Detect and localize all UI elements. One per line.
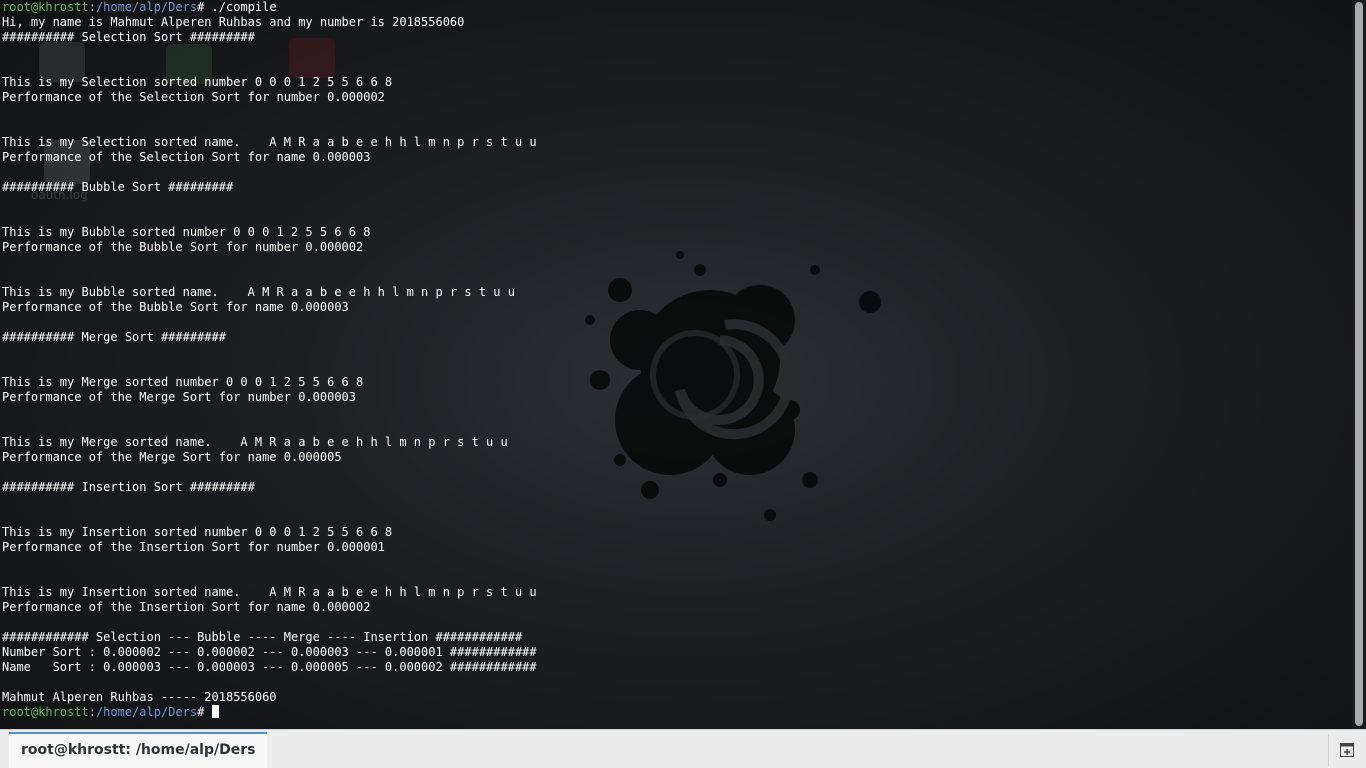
output-line: ############ Selection --- Bubble ---- M… bbox=[2, 630, 523, 644]
prompt-path: /home/alp/Ders bbox=[95, 705, 198, 719]
output-line: Number Sort : 0.000002 --- 0.000002 --- … bbox=[2, 645, 537, 659]
terminal-scrollbar[interactable] bbox=[1352, 0, 1366, 729]
command-line: root@khrostt:/home/alp/Ders# ./compile bbox=[0, 0, 1352, 15]
prompt-path: /home/alp/Ders bbox=[95, 0, 198, 14]
output-line: This is my Merge sorted name. A M R a a … bbox=[2, 435, 508, 449]
output-line: Mahmut Alperen Ruhbas ----- 2018556060 bbox=[2, 690, 277, 704]
output-line: Performance of the Bubble Sort for name … bbox=[2, 300, 349, 314]
terminal-output: Hi, my name is Mahmut Alperen Ruhbas and… bbox=[0, 15, 1352, 705]
output-line: Performance of the Merge Sort for number… bbox=[2, 390, 357, 404]
taskbar-window-button[interactable]: root@khrostt: /home/alp/Ders bbox=[9, 732, 268, 768]
workspace-button[interactable] bbox=[1328, 734, 1365, 766]
output-line: ########## Selection Sort ######### bbox=[2, 30, 255, 44]
output-line: Performance of the Insertion Sort for na… bbox=[2, 600, 371, 614]
output-line: ########## Merge Sort ######### bbox=[2, 330, 226, 344]
current-prompt-line[interactable]: root@khrostt:/home/alp/Ders# bbox=[0, 705, 1352, 720]
output-line: Performance of the Selection Sort for nu… bbox=[2, 90, 385, 104]
prompt-user-host: root@khrostt bbox=[2, 705, 89, 719]
output-line: Performance of the Insertion Sort for nu… bbox=[2, 540, 385, 554]
terminal-window[interactable]: root@khrostt:/home/alp/Ders# ./compile H… bbox=[0, 0, 1352, 729]
command-text: ./compile bbox=[204, 0, 277, 14]
prompt-symbol: # bbox=[197, 705, 205, 719]
output-line: Performance of the Merge Sort for name 0… bbox=[2, 450, 342, 464]
output-line: This is my Bubble sorted number 0 0 0 1 … bbox=[2, 225, 371, 239]
output-line: This is my Insertion sorted number 0 0 0… bbox=[2, 525, 393, 539]
output-line: This is my Merge sorted number 0 0 0 1 2… bbox=[2, 375, 364, 389]
add-workspace-icon bbox=[1340, 743, 1354, 757]
output-line: This is my Bubble sorted name. A M R a a… bbox=[2, 285, 515, 299]
taskbar: root@khrostt: /home/alp/Ders bbox=[0, 729, 1366, 768]
prompt-separator: : bbox=[88, 0, 96, 14]
prompt-user-host: root@khrostt bbox=[2, 0, 89, 14]
output-line: This is my Selection sorted name. A M R … bbox=[2, 135, 537, 149]
prompt-separator: : bbox=[88, 705, 96, 719]
desktop: oauth.log root@khrostt:/home/alp/Ders# .… bbox=[0, 0, 1366, 768]
output-line: ########## Bubble Sort ######### bbox=[2, 180, 234, 194]
output-line: This is my Selection sorted number 0 0 0… bbox=[2, 75, 393, 89]
output-line: Performance of the Bubble Sort for numbe… bbox=[2, 240, 364, 254]
output-line: Name Sort : 0.000003 --- 0.000003 --- 0.… bbox=[2, 660, 537, 674]
text-cursor bbox=[211, 705, 219, 718]
output-line: Hi, my name is Mahmut Alperen Ruhbas and… bbox=[2, 15, 465, 29]
output-line: This is my Insertion sorted name. A M R … bbox=[2, 585, 537, 599]
output-line: Performance of the Selection Sort for na… bbox=[2, 150, 371, 164]
output-line: ########## Insertion Sort ######### bbox=[2, 480, 255, 494]
scrollbar-thumb[interactable] bbox=[1355, 2, 1363, 726]
